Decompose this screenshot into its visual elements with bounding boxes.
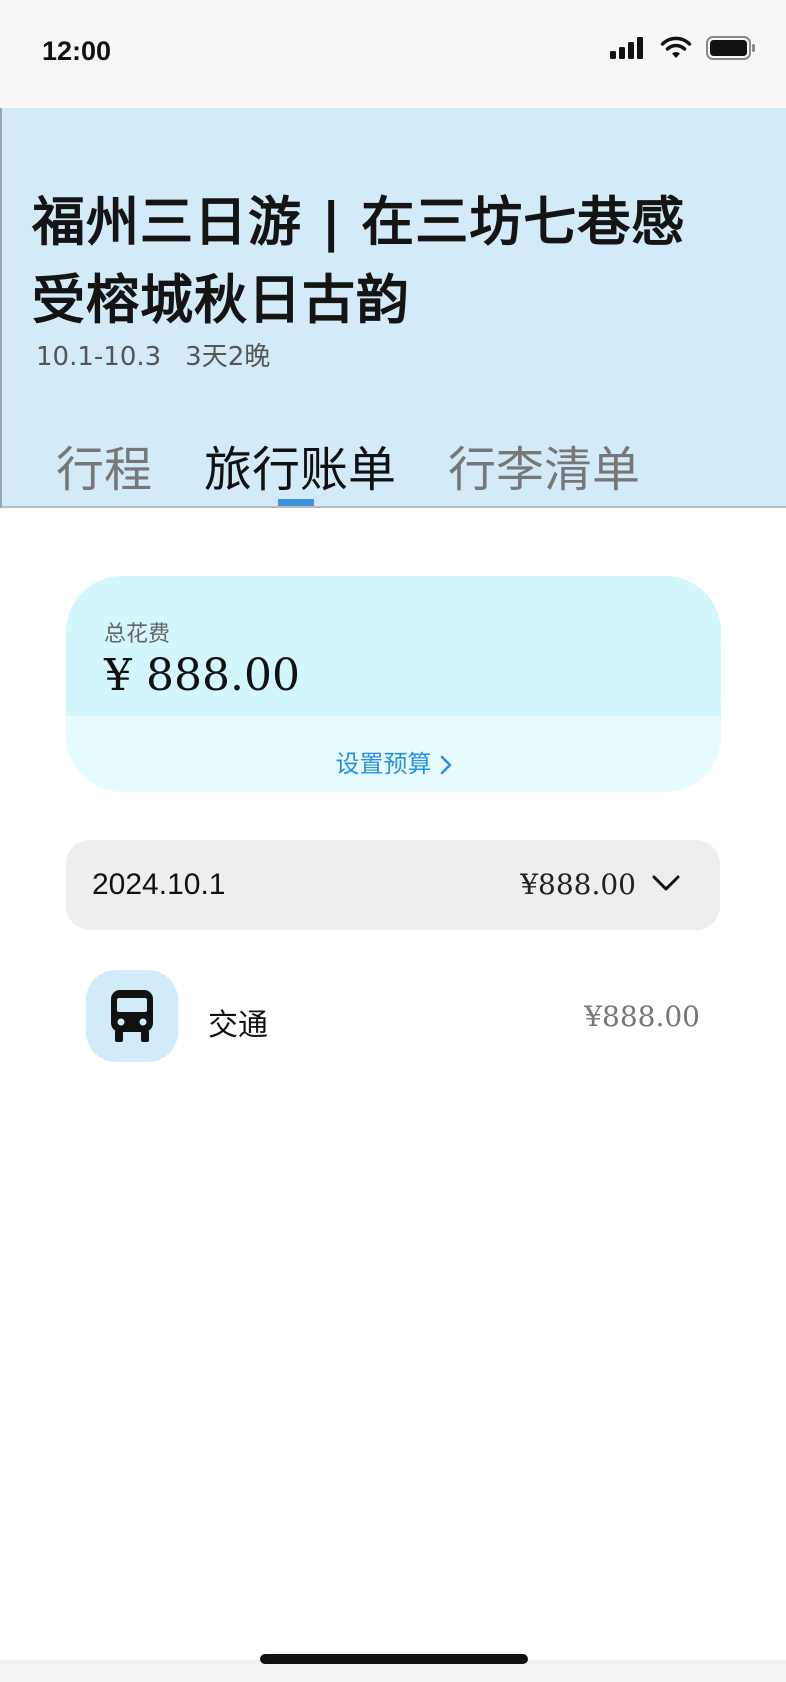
status-icons <box>610 36 756 60</box>
status-time: 12:00 <box>42 36 112 66</box>
total-spending-label: 总花费 <box>104 622 171 647</box>
expense-icon-tile <box>86 970 178 1062</box>
day-group-row[interactable]: 2024.10.1 ¥888.00 <box>66 840 720 930</box>
expense-item[interactable]: 交通 ¥888.00 <box>86 970 700 1062</box>
trip-date-range: 10.1-10.3 <box>36 342 162 372</box>
day-total: ¥888.00 <box>520 868 636 901</box>
trip-meta: 10.1-10.3 3天2晚 <box>36 336 270 373</box>
expense-amount: ¥888.00 <box>584 1000 700 1033</box>
status-bar: 12:00 <box>0 0 786 108</box>
chevron-down-icon[interactable] <box>652 874 680 892</box>
bus-icon <box>111 990 153 1042</box>
tab-travel-bill[interactable]: 旅行账单 <box>204 430 396 500</box>
battery-icon <box>706 36 755 60</box>
day-date: 2024.10.1 <box>92 868 226 901</box>
chevron-right-icon <box>440 755 451 775</box>
tab-itinerary[interactable]: 行程 <box>56 430 152 500</box>
expense-category: 交通 <box>208 1008 268 1043</box>
trip-title: 福州三日游 | 在三坊七巷感受榕城秋日古韵 <box>32 192 686 331</box>
total-spending-card: 总花费 ¥ 888.00 设置预算 <box>66 576 721 792</box>
tab-packing-list[interactable]: 行李清单 <box>448 430 640 500</box>
tab-bar: 行程 旅行账单 行李清单 <box>56 430 640 500</box>
wifi-icon <box>660 36 692 58</box>
home-indicator[interactable] <box>260 1654 528 1664</box>
cellular-signal-icon <box>610 37 643 59</box>
total-spending-amount: ¥ 888.00 <box>104 650 300 701</box>
set-budget-label: 设置预算 <box>335 750 432 778</box>
trip-duration: 3天2晚 <box>185 342 271 372</box>
set-budget-link[interactable]: 设置预算 <box>66 744 721 779</box>
trip-header: 福州三日游 | 在三坊七巷感受榕城秋日古韵 10.1-10.3 3天2晚 行程 旅… <box>0 108 786 508</box>
